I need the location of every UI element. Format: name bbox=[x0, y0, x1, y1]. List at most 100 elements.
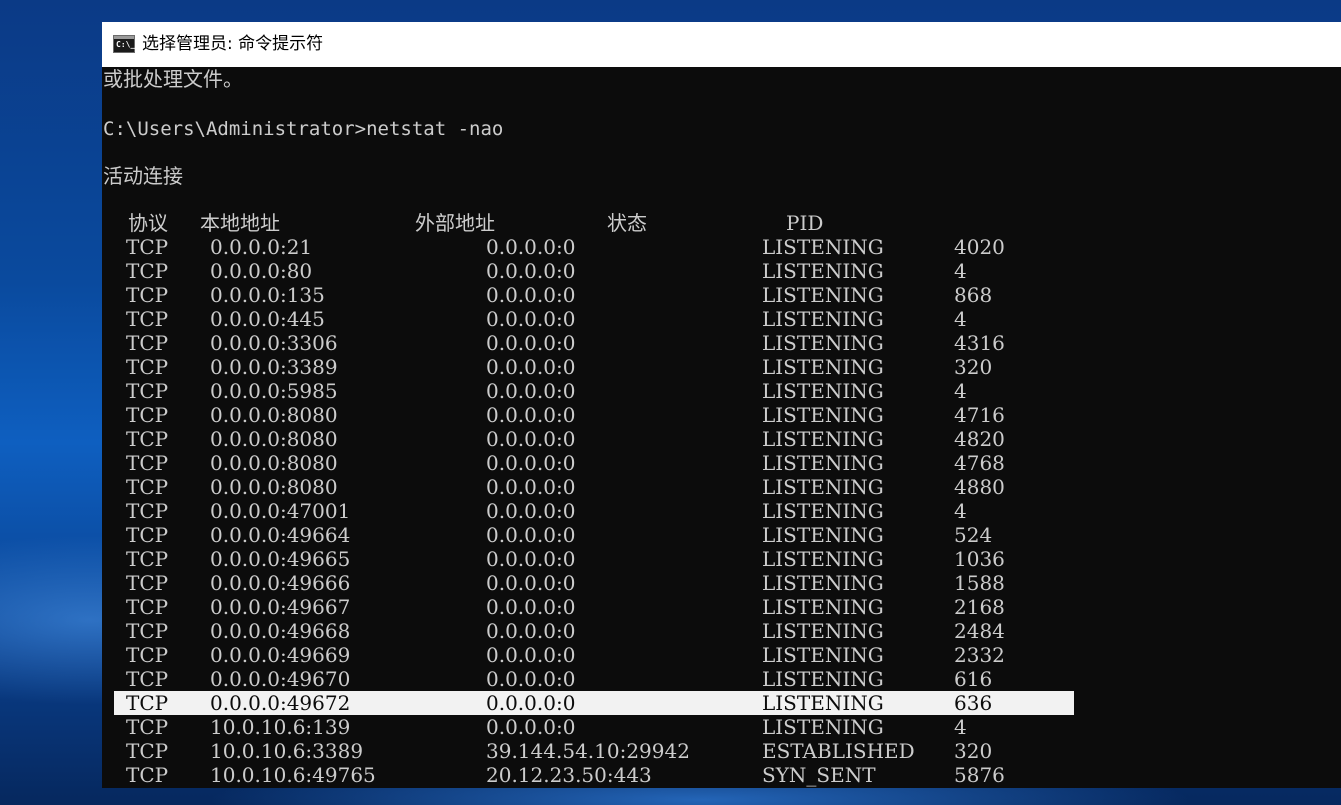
cell-proto: TCP bbox=[126, 547, 169, 571]
cell-local-address: 10.0.10.6:139 bbox=[210, 715, 351, 739]
cell-foreign-address: 0.0.0.0:0 bbox=[486, 451, 576, 475]
cell-state: LISTENING bbox=[762, 355, 884, 379]
cell-pid: 4020 bbox=[954, 235, 1005, 259]
cell-foreign-address: 0.0.0.0:0 bbox=[486, 379, 576, 403]
table-row[interactable]: TCP 0.0.0.0:3306 0.0.0.0:0 LISTENING 4316 bbox=[102, 331, 1341, 355]
cell-pid: 2168 bbox=[954, 595, 1005, 619]
cell-state: LISTENING bbox=[762, 331, 884, 355]
cell-proto: TCP bbox=[126, 451, 169, 475]
cell-proto: TCP bbox=[126, 403, 169, 427]
section-title: 活动连接 bbox=[103, 164, 183, 188]
table-row[interactable]: TCP 0.0.0.0:445 0.0.0.0:0 LISTENING 4 bbox=[102, 307, 1341, 331]
table-row[interactable]: TCP 0.0.0.0:49669 0.0.0.0:0 LISTENING 2332 bbox=[102, 643, 1341, 667]
header-proto: 协议 bbox=[128, 211, 168, 235]
cell-pid: 4 bbox=[954, 307, 967, 331]
table-row[interactable]: TCP 0.0.0.0:21 0.0.0.0:0 LISTENING 4020 bbox=[102, 235, 1341, 259]
table-row[interactable]: TCP 0.0.0.0:47001 0.0.0.0:0 LISTENING 4 bbox=[102, 499, 1341, 523]
cell-pid: 320 bbox=[954, 355, 993, 379]
cell-foreign-address: 0.0.0.0:0 bbox=[486, 331, 576, 355]
cell-local-address: 0.0.0.0:3389 bbox=[210, 355, 338, 379]
table-row[interactable]: TCP 10.0.10.6:3389 39.144.54.10:29942 ESTAB… bbox=[102, 739, 1341, 763]
window-title: 选择管理员: 命令提示符 bbox=[142, 34, 324, 54]
title-bar[interactable]: C:\_ 选择管理员: 命令提示符 bbox=[102, 22, 1341, 67]
cell-pid: 4 bbox=[954, 499, 967, 523]
cell-proto: TCP bbox=[126, 379, 169, 403]
cell-pid: 1036 bbox=[954, 547, 1005, 571]
cell-proto: TCP bbox=[126, 715, 169, 739]
table-row[interactable]: TCP 0.0.0.0:8080 0.0.0.0:0 LISTENING 4820 bbox=[102, 427, 1341, 451]
cell-local-address: 0.0.0.0:49668 bbox=[210, 619, 351, 643]
cell-proto: TCP bbox=[126, 235, 169, 259]
cell-proto: TCP bbox=[126, 499, 169, 523]
table-row[interactable]: TCP 0.0.0.0:8080 0.0.0.0:0 LISTENING 4880 bbox=[102, 475, 1341, 499]
table-row[interactable]: TCP 0.0.0.0:80 0.0.0.0:0 LISTENING 4 bbox=[102, 259, 1341, 283]
header-foreign-address: 外部地址 bbox=[415, 211, 495, 235]
table-row[interactable]: TCP 0.0.0.0:5985 0.0.0.0:0 LISTENING 4 bbox=[102, 379, 1341, 403]
cell-pid: 4768 bbox=[954, 451, 1005, 475]
cell-pid: 4880 bbox=[954, 475, 1005, 499]
cell-proto: TCP bbox=[126, 427, 169, 451]
table-row[interactable]: TCP 0.0.0.0:49666 0.0.0.0:0 LISTENING 1588 bbox=[102, 571, 1341, 595]
cell-pid: 2332 bbox=[954, 643, 1005, 667]
cell-foreign-address: 0.0.0.0:0 bbox=[486, 403, 576, 427]
cell-foreign-address: 0.0.0.0:0 bbox=[486, 355, 576, 379]
cell-foreign-address: 0.0.0.0:0 bbox=[486, 307, 576, 331]
cell-local-address: 0.0.0.0:49670 bbox=[210, 667, 351, 691]
cell-local-address: 10.0.10.6:49765 bbox=[210, 763, 376, 787]
cell-state: LISTENING bbox=[762, 643, 884, 667]
table-row[interactable]: TCP 0.0.0.0:49668 0.0.0.0:0 LISTENING 2484 bbox=[102, 619, 1341, 643]
console-prompt-line: C:\Users\Administrator>netstat -nao bbox=[103, 118, 504, 140]
cell-local-address: 0.0.0.0:49666 bbox=[210, 571, 351, 595]
cell-proto: TCP bbox=[126, 283, 169, 307]
cell-local-address: 0.0.0.0:80 bbox=[210, 259, 313, 283]
cell-pid: 4 bbox=[954, 379, 967, 403]
table-row[interactable]: TCP 0.0.0.0:8080 0.0.0.0:0 LISTENING 4716 bbox=[102, 403, 1341, 427]
cell-pid: 636 bbox=[954, 691, 993, 715]
header-pid: PID bbox=[786, 211, 824, 235]
cell-pid: 1588 bbox=[954, 571, 1005, 595]
cell-state: LISTENING bbox=[762, 451, 884, 475]
cell-foreign-address: 0.0.0.0:0 bbox=[486, 619, 576, 643]
table-row[interactable]: TCP 10.0.10.6:49765 20.12.23.50:443 SYN_SEN… bbox=[102, 763, 1341, 787]
cell-state: LISTENING bbox=[762, 379, 884, 403]
cell-state: SYN_SENT bbox=[762, 763, 876, 787]
cell-proto: TCP bbox=[126, 619, 169, 643]
cell-local-address: 0.0.0.0:8080 bbox=[210, 427, 338, 451]
table-row[interactable]: TCP 0.0.0.0:49664 0.0.0.0:0 LISTENING 524 bbox=[102, 523, 1341, 547]
cell-local-address: 0.0.0.0:21 bbox=[210, 235, 313, 259]
cell-proto: TCP bbox=[126, 355, 169, 379]
cell-pid: 868 bbox=[954, 283, 993, 307]
cell-state: LISTENING bbox=[762, 691, 884, 715]
cell-proto: TCP bbox=[126, 571, 169, 595]
cell-state: LISTENING bbox=[762, 571, 884, 595]
cmd-icon[interactable]: C:\_ bbox=[113, 35, 135, 53]
cell-pid: 2484 bbox=[954, 619, 1005, 643]
cell-pid: 4 bbox=[954, 715, 967, 739]
cell-local-address: 0.0.0.0:5985 bbox=[210, 379, 338, 403]
table-row[interactable]: TCP 0.0.0.0:3389 0.0.0.0:0 LISTENING 320 bbox=[102, 355, 1341, 379]
table-row[interactable]: TCP 10.0.10.6:139 0.0.0.0:0 LISTENING 4 bbox=[102, 715, 1341, 739]
cell-local-address: 0.0.0.0:49665 bbox=[210, 547, 351, 571]
cell-local-address: 0.0.0.0:8080 bbox=[210, 451, 338, 475]
cell-local-address: 0.0.0.0:8080 bbox=[210, 403, 338, 427]
cell-local-address: 0.0.0.0:445 bbox=[210, 307, 325, 331]
cell-state: LISTENING bbox=[762, 715, 884, 739]
cell-proto: TCP bbox=[126, 595, 169, 619]
table-row[interactable]: TCP 0.0.0.0:135 0.0.0.0:0 LISTENING 868 bbox=[102, 283, 1341, 307]
table-row[interactable]: TCP 0.0.0.0:49665 0.0.0.0:0 LISTENING 1036 bbox=[102, 547, 1341, 571]
header-state: 状态 bbox=[607, 211, 647, 235]
cell-foreign-address: 0.0.0.0:0 bbox=[486, 571, 576, 595]
cmd-window[interactable]: C:\_ 选择管理员: 命令提示符 或批处理文件。 C:\Users\Admin… bbox=[102, 22, 1341, 788]
cell-proto: TCP bbox=[126, 475, 169, 499]
table-row[interactable]: TCP 0.0.0.0:49670 0.0.0.0:0 LISTENING 616 bbox=[102, 667, 1341, 691]
cell-foreign-address: 0.0.0.0:0 bbox=[486, 259, 576, 283]
cell-foreign-address: 0.0.0.0:0 bbox=[486, 547, 576, 571]
table-row[interactable]: TCP 0.0.0.0:49667 0.0.0.0:0 LISTENING 2168 bbox=[102, 595, 1341, 619]
console-output[interactable]: 或批处理文件。 C:\Users\Administrator>netstat -… bbox=[102, 67, 1341, 788]
table-row-selected[interactable]: TCP 0.0.0.0:49672 0.0.0.0:0 LISTENING 636 bbox=[102, 691, 1341, 715]
cell-pid: 5876 bbox=[954, 763, 1005, 787]
cell-local-address: 0.0.0.0:47001 bbox=[210, 499, 351, 523]
cell-proto: TCP bbox=[126, 691, 169, 715]
cell-foreign-address: 0.0.0.0:0 bbox=[486, 595, 576, 619]
table-row[interactable]: TCP 0.0.0.0:8080 0.0.0.0:0 LISTENING 4768 bbox=[102, 451, 1341, 475]
